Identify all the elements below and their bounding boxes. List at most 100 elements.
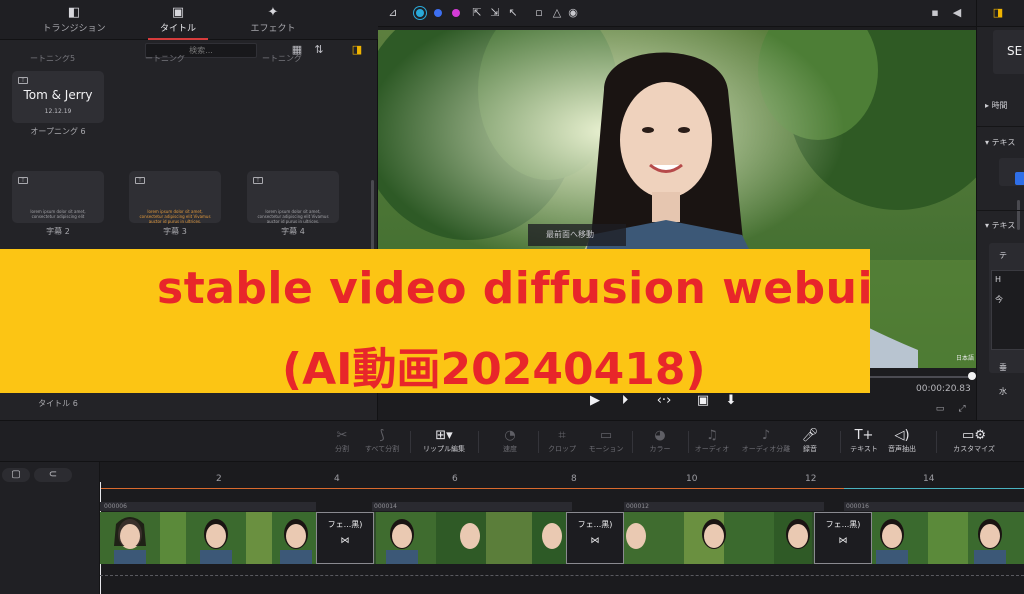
- track-header: ▢ ⊂: [0, 462, 100, 594]
- watermark-text: 日本語: [955, 355, 974, 362]
- ruler-label: 14: [923, 474, 935, 484]
- section-text-style[interactable]: ▾ テキス: [985, 137, 1015, 148]
- color-dot-magenta[interactable]: [452, 9, 460, 17]
- pip-icon[interactable]: ▭: [934, 403, 946, 415]
- microphone-icon: 🎤︎: [801, 428, 819, 443]
- card-preview-text: lorem ipsum dolor sit amet, consectetur …: [139, 209, 211, 224]
- guide-icon[interactable]: ⊿: [386, 6, 400, 20]
- video-track[interactable]: 000006 000014 000012 000016 フェ...黒) ⋈ フェ…: [100, 502, 1024, 564]
- tab-transition[interactable]: ◧ トランジション: [24, 6, 124, 38]
- title-card-subtitle-4[interactable]: T lorem ipsum dolor sit amet, consectetu…: [247, 171, 339, 224]
- ripple-edit-icon: ⊞▾: [435, 428, 453, 443]
- divider: [410, 431, 411, 453]
- transition-bowtie-icon: ⋈: [590, 536, 600, 546]
- pointer-tool-icon[interactable]: ↖: [506, 6, 520, 20]
- section-text-content[interactable]: ▾ テキス: [985, 220, 1015, 231]
- speed-icon: ◔: [504, 428, 516, 443]
- template-badge-icon: T: [18, 177, 28, 184]
- clip-id: 000012: [626, 503, 649, 510]
- transition-icon: ◧: [67, 5, 81, 20]
- volume-icon[interactable]: ◀: [950, 6, 964, 20]
- title-card-subtitle-3[interactable]: T lorem ipsum dolor sit amet, consectetu…: [129, 171, 221, 224]
- color-dot-cyan[interactable]: [416, 9, 424, 17]
- card-preview-text: lorem ipsum dolor sit amet, consectetur …: [30, 209, 86, 219]
- speech-extract-icon: ◁): [894, 428, 910, 443]
- inspector-tabbar: ◨: [977, 0, 1024, 27]
- inspector-scrollbar[interactable]: [1017, 200, 1020, 230]
- snapshot-camera-icon[interactable]: ▪: [928, 6, 942, 20]
- speed-button[interactable]: ◔ 速度: [482, 427, 538, 459]
- banner-title-line2: (AI動画20240418): [282, 344, 706, 395]
- color-swatch-button[interactable]: [999, 158, 1024, 186]
- card-label: 字幕 4: [281, 227, 305, 236]
- audio-track-guide: [100, 575, 1024, 576]
- divider: [977, 126, 1024, 127]
- tab-effect[interactable]: ✦ エフェクト: [223, 6, 323, 38]
- preview-scrub-handle[interactable]: [968, 372, 976, 380]
- text-preset-box[interactable]: SE: [993, 30, 1024, 74]
- clip-header: [372, 502, 572, 511]
- card-label: ートニング: [145, 55, 185, 63]
- edit-toolbar: ✂ 分割 ⟆ すべて分割 ⊞▾ リップル編集 ◔ 速度 ⌗ クロップ ▭ モーション ◕ カラ…: [0, 420, 1024, 462]
- color-dot-blue[interactable]: [434, 9, 442, 17]
- timeline: ▢ ⊂ 2 4 6 8 10 12 14 000006 000014 00001…: [0, 462, 1024, 594]
- bring-to-front-button[interactable]: 最前面へ移動: [528, 224, 626, 246]
- ruler-label: 12: [805, 474, 817, 484]
- clip-header: [624, 502, 824, 511]
- preview-toolbar: ⊿ ⇱ ⇲ ↖ ▫ △ ◉ ▪ ◀: [378, 0, 976, 27]
- template-badge-icon: T: [18, 77, 28, 84]
- audio-button[interactable]: ♫ オーディオ: [684, 427, 740, 459]
- lock-track-icon[interactable]: ▢: [2, 468, 30, 482]
- lock-icon[interactable]: ▫: [532, 6, 546, 20]
- ruler-baseline-cyan: [844, 488, 1024, 489]
- ruler-label: 8: [571, 474, 577, 484]
- card-preview-text: lorem ipsum dolor sit amet, consectetur …: [257, 209, 329, 224]
- magnet-snap-icon[interactable]: ⊂: [34, 468, 72, 482]
- transition-clip[interactable]: フェ...黒) ⋈: [566, 512, 624, 564]
- template-badge-icon: T: [135, 177, 145, 184]
- color-button[interactable]: ◕ カラー: [632, 427, 688, 459]
- record-button[interactable]: 🎤︎ 録音: [782, 427, 838, 459]
- title-card-subtitle-2[interactable]: T lorem ipsum dolor sit amet, consectetu…: [12, 171, 104, 223]
- card-label: オープニング 6: [30, 127, 86, 136]
- asset-tabbar: ◧ トランジション ▣ タイトル ✦ エフェクト: [0, 0, 378, 40]
- divider: [977, 210, 1024, 211]
- inspector-toggle-icon[interactable]: ◨: [991, 6, 1005, 20]
- card-label: 字幕 3: [163, 227, 187, 236]
- timeline-ruler[interactable]: 2 4 6 8 10 12 14: [100, 462, 1024, 594]
- audio-icon: ♫: [706, 428, 718, 443]
- title-banner: stable video diffusion webui (AI動画202404…: [0, 249, 873, 395]
- motion-button[interactable]: ▭ モーション: [578, 427, 634, 459]
- title-card-opening-6[interactable]: T Tom & Jerry 12.12.19: [12, 71, 104, 123]
- transition-bowtie-icon: ⋈: [340, 536, 350, 546]
- ruler-label: 10: [686, 474, 698, 484]
- transition-clip[interactable]: フェ...黒) ⋈: [316, 512, 374, 564]
- clip-thumbnails: [100, 512, 1024, 564]
- align-icon[interactable]: △: [550, 6, 564, 20]
- divider: [936, 431, 937, 453]
- tab-title[interactable]: ▣ タイトル: [128, 5, 228, 40]
- visibility-eye-icon[interactable]: ◉: [566, 6, 580, 20]
- transform-tool-icon[interactable]: ⇲: [488, 6, 502, 20]
- card-label: ートニング: [262, 55, 302, 63]
- ruler-label: 6: [452, 474, 458, 484]
- title-icon: ▣: [171, 5, 185, 20]
- clip-header: [844, 502, 1024, 511]
- clip-id: 000006: [104, 503, 127, 510]
- customize-button[interactable]: ▭⚙ カスタマイズ: [946, 427, 1002, 459]
- clip-id: 000016: [846, 503, 869, 510]
- template-badge-icon: T: [253, 177, 263, 184]
- split-all-icon: ⟆: [379, 428, 385, 443]
- field-label: 垂: [999, 363, 1007, 372]
- transition-clip[interactable]: フェ...黒) ⋈: [814, 512, 872, 564]
- expand-icon[interactable]: ⤢: [956, 403, 968, 415]
- ripple-edit-button[interactable]: ⊞▾ リップル編集: [416, 427, 472, 459]
- card-preview-text: Tom & Jerry: [23, 88, 93, 102]
- split-all-button[interactable]: ⟆ すべて分割: [354, 427, 410, 459]
- inspector-panel: ◨ SE ▸ 時間 ▾ テキス ▾ テキス テ H 今 垂 水: [976, 0, 1024, 420]
- speech-extract-button[interactable]: ◁) 音声抽出: [874, 427, 930, 459]
- section-time[interactable]: ▸ 時間: [985, 100, 1008, 111]
- select-tool-icon[interactable]: ⇱: [470, 6, 484, 20]
- clip-header: [100, 502, 316, 511]
- field-label: テ: [999, 251, 1007, 260]
